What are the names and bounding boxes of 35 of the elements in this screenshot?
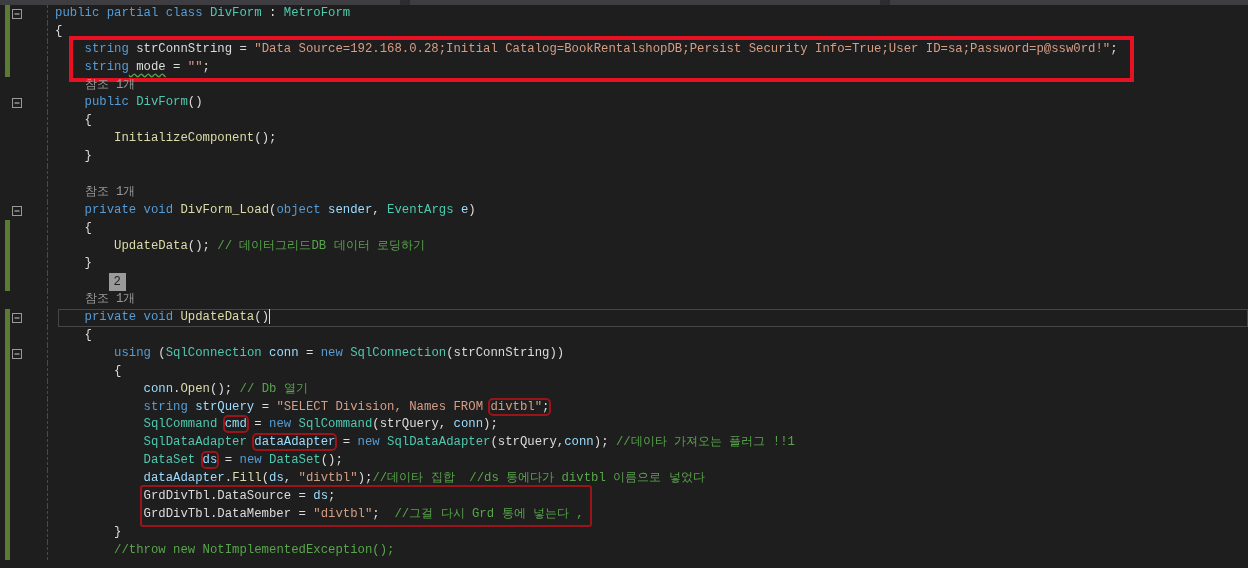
code-line: private void UpdateData() [84, 309, 271, 327]
reference-count-link[interactable]: 참조 1개 [84, 77, 136, 92]
hint-badge: 2 [108, 273, 126, 292]
code-line: GrdDivTbl.DataSource = ds; [143, 488, 336, 506]
code-line: UpdateData(); // 데이터그리드DB 데이터 로딩하기 [114, 237, 425, 255]
code-line: { [55, 22, 63, 40]
code-line: { [84, 112, 92, 130]
code-line: dataAdapter.Fill(ds, "divtbl");//데이타 집합 //ds 통에다가 divtbl 이름으로 넣었다 [143, 470, 705, 488]
code-line: using (SqlConnection conn = new SqlConnection(strConnString)) [114, 344, 565, 362]
collapse-icon[interactable] [12, 313, 22, 324]
code-line: { [84, 219, 92, 237]
code-line: InitializeComponent(); [114, 130, 277, 148]
code-line: GrdDivTbl.DataMember = "divtbl"; //그걸 다시 Grd 통에 넣는다 , [143, 505, 584, 523]
reference-count-link[interactable]: 참조 1개 [84, 292, 136, 307]
code-line: DataSet ds = new DataSet(); [143, 452, 343, 470]
code-line: SqlCommand cmd = new SqlCommand(strQuery, conn); [143, 416, 498, 434]
code-line: string mode = ""; [84, 58, 210, 76]
code-line: } [84, 255, 92, 273]
code-line: string strQuery = "SELECT Division, Names FROM divtbl"; [143, 398, 550, 416]
code-line: SqlDataAdapter dataAdapter = new SqlDataAdapter(strQuery,conn); //데이타 가져오는 플러그 !!1 [143, 434, 795, 452]
code-line: private void DivForm_Load(object sender, EventArgs e) [84, 201, 476, 219]
collapse-icon[interactable] [12, 348, 22, 359]
code-line: conn.Open(); // Db 열기 [143, 380, 308, 398]
collapse-icon[interactable] [12, 205, 22, 216]
code-line: { [84, 327, 92, 345]
reference-count-link[interactable]: 참조 1개 [84, 184, 136, 199]
code-line: public DivForm() [84, 94, 203, 112]
collapse-icon[interactable] [12, 98, 22, 109]
code-line: public partial class DivForm : MetroForm [55, 5, 351, 22]
code-line: //throw new NotImplementedException(); [114, 541, 395, 559]
code-line: } [114, 523, 122, 541]
code-line: string strConnString = "Data Source=192.168.0.28;Initial Catalog=BookRentalshopDB;Persist Security Info=True;User ID=sa;Password=p@ssw0rd!"; [84, 40, 1118, 58]
code-line: { [114, 362, 122, 380]
code-line: } [84, 148, 92, 166]
collapse-icon[interactable] [12, 9, 22, 19]
